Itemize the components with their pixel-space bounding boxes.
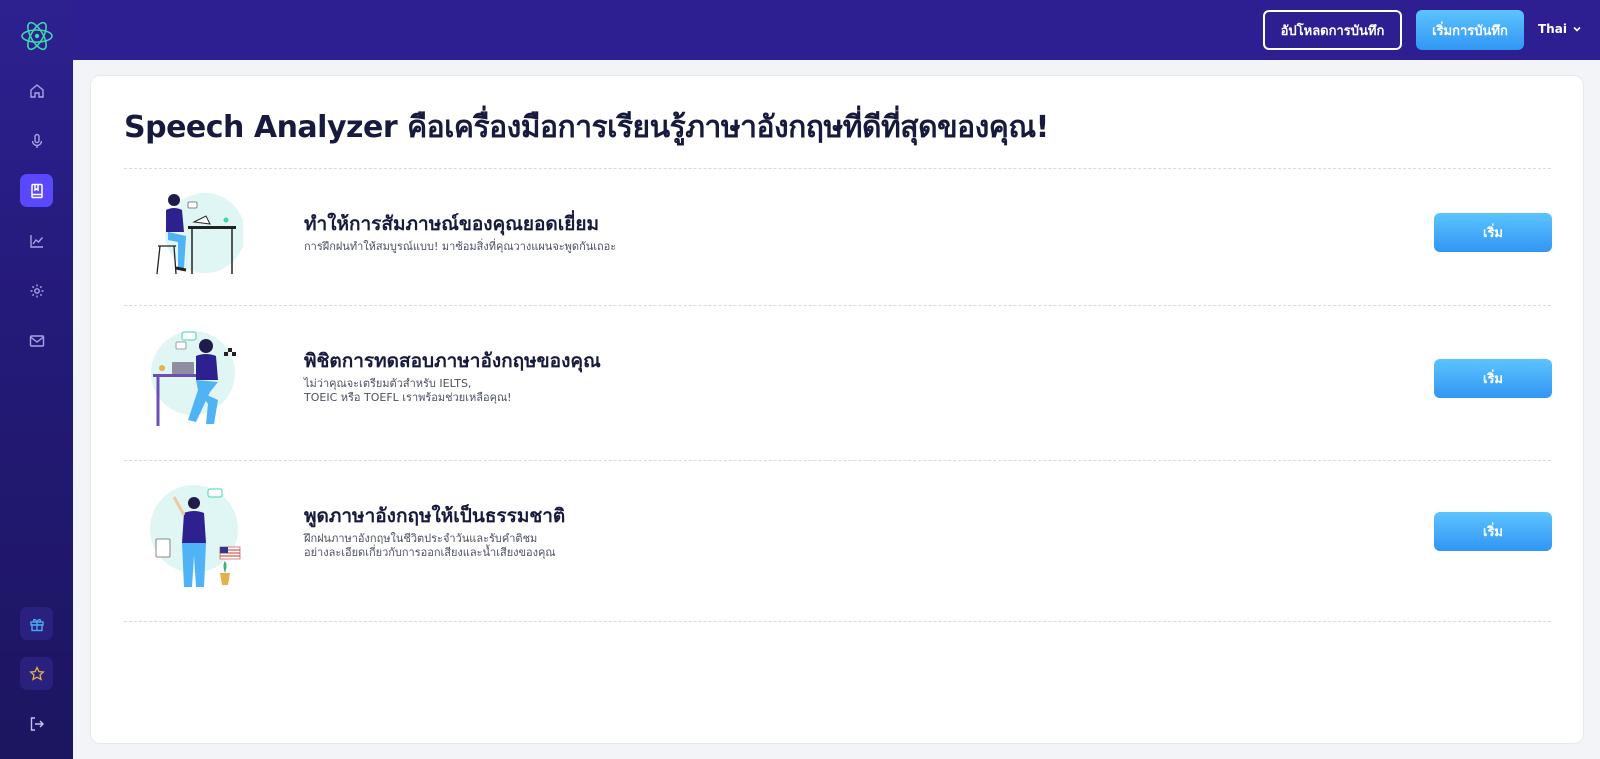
exam-illustration xyxy=(151,331,236,426)
conversation-illustration xyxy=(150,485,241,587)
book-icon xyxy=(30,183,43,198)
sidebar-item-settings[interactable] xyxy=(20,274,53,307)
page-title: Speech Analyzer คือเครื่องมือการเรียนรู้… xyxy=(124,110,1049,145)
sidebar-item-home[interactable] xyxy=(20,74,53,107)
row-title: พูดภาษาอังกฤษให้เป็นธรรมชาติ xyxy=(304,505,566,527)
row-description: TOEIC หรือ TOEFL เราพร้อมช่วยเหลือคุณ! xyxy=(304,391,512,404)
gear-icon xyxy=(30,284,43,297)
sidebar-item-logout[interactable] xyxy=(20,707,53,740)
home-icon xyxy=(29,83,44,98)
main-card: Speech Analyzer คือเครื่องมือการเรียนรู้… xyxy=(90,75,1584,744)
row-title: พิชิตการทดสอบภาษาอังกฤษของคุณ xyxy=(304,350,601,372)
microphone-icon xyxy=(31,133,42,148)
sidebar-item-gift[interactable] xyxy=(20,607,53,640)
divider xyxy=(124,168,1551,169)
logout-icon xyxy=(30,716,44,731)
divider xyxy=(124,621,1551,622)
sidebar-item-stats[interactable] xyxy=(20,224,53,257)
start-conversation-button[interactable]: เริ่ม xyxy=(1434,512,1552,551)
start-interview-button[interactable]: เริ่ม xyxy=(1434,213,1552,252)
upload-recording-button[interactable]: อัปโหลดการบันทึก xyxy=(1263,10,1402,50)
divider xyxy=(124,305,1551,306)
divider xyxy=(124,460,1551,461)
row-description: ฝึกฝนภาษาอังกฤษในชีวิตประจำวันและรับคำติ… xyxy=(304,532,538,545)
start-exam-button[interactable]: เริ่ม xyxy=(1434,359,1552,398)
sidebar-item-messages[interactable] xyxy=(20,324,53,357)
sidebar-item-record[interactable] xyxy=(20,124,53,157)
sidebar xyxy=(0,0,73,759)
chevron-down-icon xyxy=(1573,26,1581,32)
sidebar-item-favorites[interactable] xyxy=(20,657,53,690)
app-logo[interactable] xyxy=(19,18,55,54)
row-description: ไม่ว่าคุณจะเตรียมตัวสำหรับ IELTS, xyxy=(304,377,472,390)
row-title: ทำให้การสัมภาษณ์ของคุณยอดเยี่ยม xyxy=(304,213,600,235)
star-icon xyxy=(28,665,45,681)
sidebar-item-lessons[interactable] xyxy=(20,174,53,207)
row-description: อย่างละเอียดเกี่ยวกับการออกเสียงและน้ำเส… xyxy=(304,546,556,559)
chart-icon xyxy=(29,234,43,248)
row-description: การฝึกฝนทำให้สมบูรณ์แบบ! มาซ้อมสิ่งที่คุ… xyxy=(304,240,617,253)
gift-icon xyxy=(29,618,44,631)
language-selector[interactable]: Thai xyxy=(1538,22,1582,36)
language-label: Thai xyxy=(1538,22,1567,36)
top-header: อัปโหลดการบันทึก เริ่มการบันทึก Thai xyxy=(73,0,1600,60)
start-recording-button[interactable]: เริ่มการบันทึก xyxy=(1416,10,1524,50)
mail-icon xyxy=(29,334,44,347)
interview-illustration xyxy=(156,193,243,275)
